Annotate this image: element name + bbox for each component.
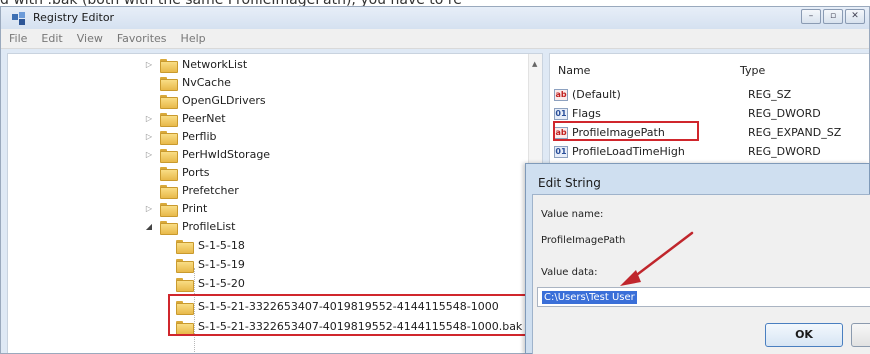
tree-item-s-1-5-19[interactable]: S-1-5-19 xyxy=(176,256,245,273)
tree-item-label: NvCache xyxy=(182,76,231,89)
tree-item-peernet[interactable]: ▷ PeerNet xyxy=(144,110,226,127)
expand-arrow-icon[interactable]: ▷ xyxy=(144,132,154,141)
dialog-body: Value name: ProfileImagePath Value data:… xyxy=(532,194,870,354)
scroll-up-icon[interactable]: ▲ xyxy=(532,60,537,68)
binary-value-icon: 01 xyxy=(554,107,568,120)
profileimagepath-highlight xyxy=(553,121,699,141)
folder-icon xyxy=(160,148,178,163)
dialog-title: Edit String xyxy=(538,176,601,190)
close-button[interactable]: ✕ xyxy=(845,9,865,24)
minimize-button[interactable]: – xyxy=(801,9,821,24)
tree-item-networklist[interactable]: ▷ NetworkList xyxy=(144,56,247,73)
column-header-name[interactable]: Name xyxy=(558,64,590,77)
value-type: REG_SZ xyxy=(748,88,792,101)
registry-key-tree[interactable]: ▷ NetworkList NvCache OpenGLDrivers ▷ Pe… xyxy=(7,53,543,353)
folder-icon xyxy=(160,166,178,181)
menu-view[interactable]: View xyxy=(77,32,103,45)
folder-icon xyxy=(160,130,178,145)
value-data-input[interactable]: C:\Users\Test User xyxy=(537,287,870,307)
tree-item-nvcache[interactable]: NvCache xyxy=(144,74,231,91)
expand-arrow-icon[interactable]: ▷ xyxy=(144,204,154,213)
value-type: REG_DWORD xyxy=(748,145,821,158)
ok-button[interactable]: OK xyxy=(765,323,843,347)
expand-arrow-icon[interactable]: ▷ xyxy=(144,150,154,159)
window-title: Registry Editor xyxy=(33,11,115,24)
folder-icon xyxy=(176,277,194,292)
tree-item-opengldrivers[interactable]: OpenGLDrivers xyxy=(144,92,266,109)
value-name-field: ProfileImagePath xyxy=(541,235,626,246)
value-row-default[interactable]: ab (Default) REG_SZ xyxy=(554,86,869,103)
folder-open-icon xyxy=(160,220,178,235)
tree-item-label: Prefetcher xyxy=(182,184,239,197)
folder-icon xyxy=(176,258,194,273)
value-row-profileloadtimehigh[interactable]: 01 ProfileLoadTimeHigh REG_DWORD xyxy=(554,143,869,160)
expand-arrow-icon[interactable]: ▷ xyxy=(144,114,154,123)
tree-item-label: S-1-5-20 xyxy=(198,277,245,290)
folder-icon xyxy=(160,94,178,109)
value-type: REG_EXPAND_SZ xyxy=(748,126,842,139)
tree-item-label: Ports xyxy=(182,166,210,179)
tree-item-label: Print xyxy=(182,202,208,215)
tree-item-perflib[interactable]: ▷ Perflib xyxy=(144,128,217,145)
tree-item-label: OpenGLDrivers xyxy=(182,94,266,107)
string-value-icon: ab xyxy=(554,88,568,101)
tree-item-label: S-1-5-18 xyxy=(198,239,245,252)
menu-edit[interactable]: Edit xyxy=(41,32,62,45)
menu-file[interactable]: File xyxy=(9,32,27,45)
tree-item-ports[interactable]: Ports xyxy=(144,164,210,181)
tree-item-prefetcher[interactable]: Prefetcher xyxy=(144,182,239,199)
folder-icon xyxy=(160,112,178,127)
menu-bar: File Edit View Favorites Help xyxy=(1,29,869,49)
folder-icon xyxy=(160,58,178,73)
window-controls: – ▫ ✕ xyxy=(801,9,865,24)
column-header-type[interactable]: Type xyxy=(740,64,765,77)
binary-value-icon: 01 xyxy=(554,145,568,158)
expand-arrow-icon[interactable]: ▷ xyxy=(144,60,154,69)
value-data-label: Value data: xyxy=(541,267,598,278)
duplicate-keys-highlight xyxy=(168,294,528,336)
value-data-text: C:\Users\Test User xyxy=(542,291,637,304)
cancel-button[interactable] xyxy=(851,323,870,347)
folder-icon xyxy=(160,76,178,91)
title-bar: Registry Editor – ▫ ✕ xyxy=(1,7,869,29)
value-row-flags[interactable]: 01 Flags REG_DWORD xyxy=(554,105,869,122)
tree-item-profilelist[interactable]: ◢ ProfileList xyxy=(144,218,235,235)
value-type: REG_DWORD xyxy=(748,107,821,120)
collapse-arrow-icon[interactable]: ◢ xyxy=(144,222,154,231)
folder-icon xyxy=(160,202,178,217)
value-name: (Default) xyxy=(572,88,621,101)
menu-help[interactable]: Help xyxy=(181,32,206,45)
tree-item-label: NetworkList xyxy=(182,58,248,71)
tree-item-label: PeerNet xyxy=(182,112,226,125)
registry-editor-icon xyxy=(12,12,25,25)
value-name-label: Value name: xyxy=(541,209,604,220)
folder-icon xyxy=(160,184,178,199)
folder-icon xyxy=(176,239,194,254)
tree-item-s-1-5-18[interactable]: S-1-5-18 xyxy=(176,237,245,254)
tree-item-label: ProfileList xyxy=(182,220,236,233)
value-name: Flags xyxy=(572,107,601,120)
tree-item-perhwidstorage[interactable]: ▷ PerHwIdStorage xyxy=(144,146,270,163)
tree-item-s-1-5-20[interactable]: S-1-5-20 xyxy=(176,275,245,292)
edit-string-dialog: Edit String Value name: ProfileImagePath… xyxy=(525,163,870,354)
menu-favorites[interactable]: Favorites xyxy=(117,32,167,45)
tree-item-label: PerHwIdStorage xyxy=(182,148,271,161)
tree-item-label: Perflib xyxy=(182,130,217,143)
value-name: ProfileLoadTimeHigh xyxy=(572,145,685,158)
tree-item-label: S-1-5-19 xyxy=(198,258,245,271)
maximize-button[interactable]: ▫ xyxy=(823,9,843,24)
tree-item-print[interactable]: ▷ Print xyxy=(144,200,207,217)
